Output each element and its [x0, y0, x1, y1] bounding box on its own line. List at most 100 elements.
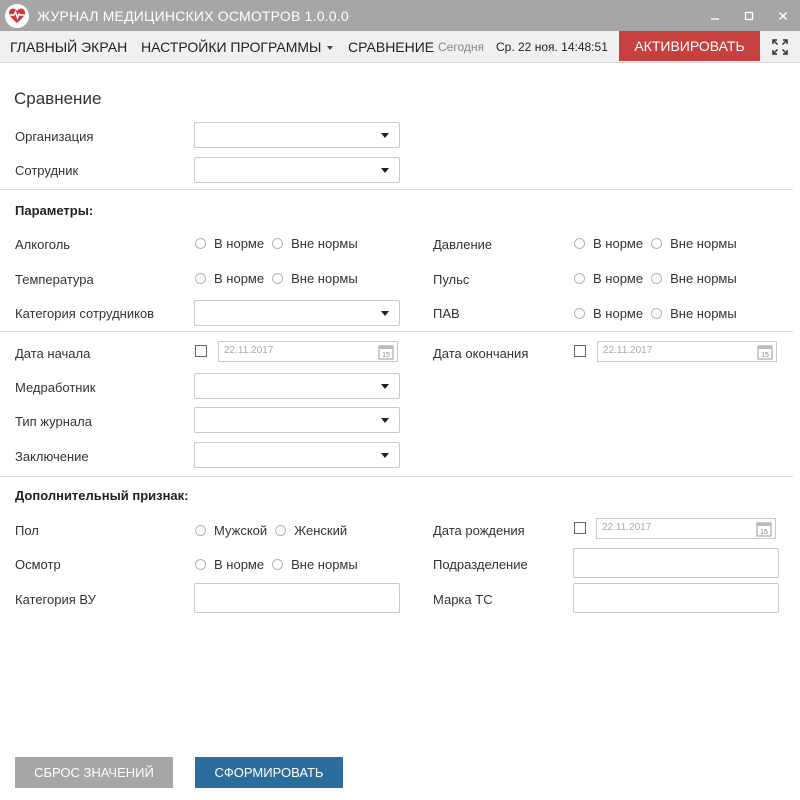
- calendar-icon: 15: [756, 522, 772, 537]
- category-vu-input[interactable]: [194, 583, 400, 613]
- birth-date-label: Дата рождения: [433, 523, 525, 538]
- radio-label: Женский: [294, 523, 348, 538]
- sex-male-radio[interactable]: [195, 525, 206, 536]
- pressure-abnormal-radio[interactable]: [651, 238, 663, 249]
- medworker-select[interactable]: [194, 373, 400, 399]
- alcohol-label: Алкоголь: [15, 237, 71, 252]
- minimize-icon: [711, 17, 719, 20]
- menu-comparison-label: СРАВНЕНИЕ: [348, 38, 435, 55]
- pressure-radio-group: В норме Вне нормы: [574, 236, 745, 251]
- end-date-checkbox[interactable]: [574, 345, 586, 357]
- page-title: Сравнение: [14, 89, 102, 108]
- menu-settings[interactable]: НАСТРОЙКИ ПРОГРАММЫ: [141, 31, 334, 63]
- alcohol-radio-group: В норме Вне нормы: [195, 236, 366, 251]
- dropdown-arrow-icon: [381, 311, 389, 316]
- sex-label: Пол: [15, 523, 39, 538]
- end-date-label: Дата окончания: [433, 346, 529, 361]
- radio-label: В норме: [593, 271, 644, 286]
- birth-date-picker[interactable]: 22.11.2017 15: [596, 518, 776, 539]
- journal-type-select[interactable]: [194, 407, 400, 433]
- vehicle-brand-input[interactable]: [573, 583, 779, 613]
- organization-label: Организация: [15, 129, 94, 144]
- sex-radio-group: Мужской Женский: [195, 523, 355, 538]
- pav-normal-radio[interactable]: [574, 308, 585, 319]
- pav-label: ПАВ: [433, 306, 460, 321]
- department-label: Подразделение: [433, 557, 528, 572]
- calendar-icon: 15: [757, 345, 773, 360]
- close-icon: [779, 11, 787, 20]
- exam-normal-radio[interactable]: [195, 559, 206, 570]
- fullscreen-icon: [772, 39, 788, 55]
- current-datetime: Ср. 22 ноя. 14:48:51: [496, 40, 608, 54]
- exam-abnormal-radio[interactable]: [272, 559, 284, 570]
- pulse-radio-group: В норме Вне нормы: [574, 271, 745, 286]
- pressure-normal-radio[interactable]: [574, 238, 585, 249]
- exam-label: Осмотр: [15, 557, 61, 572]
- radio-label: Вне нормы: [670, 236, 737, 251]
- radio-label: Вне нормы: [291, 236, 358, 251]
- organization-select[interactable]: [194, 122, 400, 148]
- end-date-value: 22.11.2017: [603, 345, 653, 356]
- calendar-icon: 15: [378, 345, 394, 360]
- category-vu-label: Категория ВУ: [15, 592, 96, 607]
- start-date-picker[interactable]: 22.11.2017 15: [218, 341, 398, 362]
- end-date-picker[interactable]: 22.11.2017 15: [597, 341, 777, 362]
- maximize-icon: [744, 11, 754, 20]
- department-input[interactable]: [573, 548, 779, 578]
- window-title: ЖУРНАЛ МЕДИЦИНСКИХ ОСМОТРОВ 1.0.0.0: [37, 7, 349, 24]
- employee-category-label: Категория сотрудников: [15, 306, 155, 321]
- reset-button[interactable]: СБРОС ЗНАЧЕНИЙ: [15, 757, 173, 788]
- fullscreen-button[interactable]: [772, 39, 788, 55]
- menu-settings-label: НАСТРОЙКИ ПРОГРАММЫ: [141, 38, 322, 55]
- medworker-label: Медработник: [15, 380, 96, 395]
- alcohol-normal-radio[interactable]: [195, 238, 206, 249]
- employee-label: Сотрудник: [15, 163, 79, 178]
- activate-button[interactable]: АКТИВИРОВАТЬ: [619, 31, 760, 61]
- temperature-normal-radio[interactable]: [195, 273, 206, 284]
- radio-label: В норме: [214, 557, 265, 572]
- pulse-normal-radio[interactable]: [574, 273, 585, 284]
- pulse-abnormal-radio[interactable]: [651, 273, 663, 284]
- title-bar: ЖУРНАЛ МЕДИЦИНСКИХ ОСМОТРОВ 1.0.0.0: [0, 0, 800, 31]
- pav-radio-group: В норме Вне нормы: [574, 306, 745, 321]
- alcohol-abnormal-radio[interactable]: [272, 238, 284, 249]
- maximize-button[interactable]: [732, 0, 766, 31]
- dropdown-arrow-icon: [381, 453, 389, 458]
- radio-label: В норме: [214, 271, 265, 286]
- birth-date-value: 22.11.2017: [602, 522, 652, 533]
- conclusion-label: Заключение: [15, 449, 89, 464]
- employee-select[interactable]: [194, 157, 400, 183]
- temperature-label: Температура: [15, 272, 94, 287]
- menu-main-screen-label: ГЛАВНЫЙ ЭКРАН: [10, 38, 128, 55]
- conclusion-select[interactable]: [194, 442, 400, 468]
- caret-down-icon: [327, 45, 334, 50]
- menu-bar: ГЛАВНЫЙ ЭКРАН НАСТРОЙКИ ПРОГРАММЫ СРАВНЕ…: [0, 31, 800, 63]
- pav-abnormal-radio[interactable]: [651, 308, 663, 319]
- sex-female-radio[interactable]: [275, 525, 287, 536]
- calendar-day: 15: [382, 352, 390, 359]
- dropdown-arrow-icon: [381, 168, 389, 173]
- journal-type-label: Тип журнала: [15, 414, 92, 429]
- divider: [0, 331, 793, 332]
- menu-main-screen[interactable]: ГЛАВНЫЙ ЭКРАН: [10, 31, 127, 63]
- radio-label: В норме: [214, 236, 265, 251]
- start-date-checkbox[interactable]: [195, 345, 207, 357]
- heart-pulse-icon: [5, 3, 29, 28]
- calendar-day: 15: [760, 529, 768, 536]
- birth-date-checkbox[interactable]: [574, 522, 586, 534]
- params-header: Параметры:: [15, 203, 94, 218]
- employee-category-select[interactable]: [194, 300, 400, 326]
- extra-header: Дополнительный признак:: [15, 488, 189, 503]
- minimize-button[interactable]: [698, 0, 732, 31]
- radio-label: В норме: [593, 236, 644, 251]
- radio-label: Вне нормы: [670, 271, 737, 286]
- vehicle-brand-label: Марка ТС: [433, 592, 493, 607]
- generate-button[interactable]: СФОРМИРОВАТЬ: [195, 757, 343, 788]
- temperature-abnormal-radio[interactable]: [272, 273, 284, 284]
- menu-comparison[interactable]: СРАВНЕНИЕ: [348, 31, 434, 63]
- divider: [0, 189, 793, 190]
- calendar-day: 15: [761, 352, 769, 359]
- close-button[interactable]: [766, 0, 800, 31]
- radio-label: В норме: [593, 306, 644, 321]
- radio-label: Вне нормы: [291, 557, 358, 572]
